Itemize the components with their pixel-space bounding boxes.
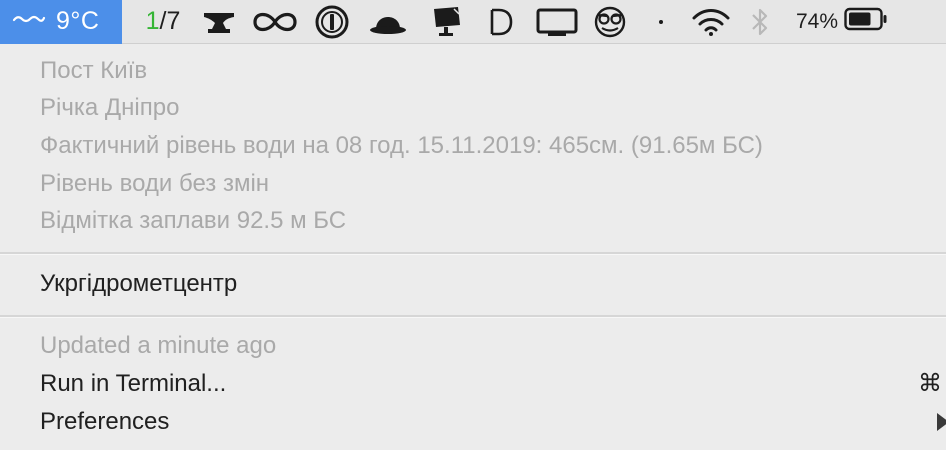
weather-status-item[interactable]: 9°C xyxy=(0,0,122,44)
battery-icon xyxy=(844,7,888,36)
menu-item-level-change: Рівень води без змін xyxy=(40,170,270,197)
dot-icon[interactable] xyxy=(632,0,690,44)
display-icon[interactable] xyxy=(526,0,588,44)
menu-separator xyxy=(0,315,946,318)
menu-item-floodplain-mark: Відмітка заплави 92.5 м БС xyxy=(40,207,347,234)
pager-current: 1 xyxy=(145,7,160,35)
menu-item-preferences[interactable]: Preferences xyxy=(40,407,169,437)
wifi-icon[interactable] xyxy=(690,0,732,44)
dropdown-menu: Пост Київ Річка Дніпро Фактичний рівень … xyxy=(0,45,946,450)
desktop-pager[interactable]: 1/7 xyxy=(132,0,194,44)
battery-percent: 74% xyxy=(796,9,839,33)
desk-lamp-icon[interactable] xyxy=(418,0,476,44)
menu-item-run-in-terminal[interactable]: Run in Terminal... xyxy=(40,369,226,399)
menu-item-post: Пост Київ xyxy=(40,57,148,84)
bluetooth-icon[interactable] xyxy=(732,0,788,44)
d-logo-icon[interactable] xyxy=(476,0,526,44)
onepassword-icon[interactable] xyxy=(306,0,358,44)
submenu-arrow-icon xyxy=(937,413,946,431)
menu-item-actual-level: Фактичний рівень води на 08 год. 15.11.2… xyxy=(40,132,763,159)
menu-item-river: Річка Дніпро xyxy=(40,94,180,121)
command-key-shortcut: ⌘ xyxy=(918,370,942,397)
bowler-hat-icon[interactable] xyxy=(358,0,418,44)
anvil-icon[interactable] xyxy=(194,0,244,44)
menu-bar: 9°C 1/7 74% xyxy=(0,0,946,44)
infinity-icon[interactable] xyxy=(244,0,306,44)
menu-separator xyxy=(0,252,946,255)
owl-icon[interactable] xyxy=(588,0,632,44)
battery-status-item[interactable]: 74% xyxy=(796,0,888,44)
menu-item-updated: Updated a minute ago xyxy=(40,332,277,359)
menu-item-ukrhydromet[interactable]: Укргідрометцентр xyxy=(40,269,237,299)
wave-icon xyxy=(12,12,46,31)
temperature-label: 9°C xyxy=(56,7,100,35)
pager-total: /7 xyxy=(159,7,181,35)
